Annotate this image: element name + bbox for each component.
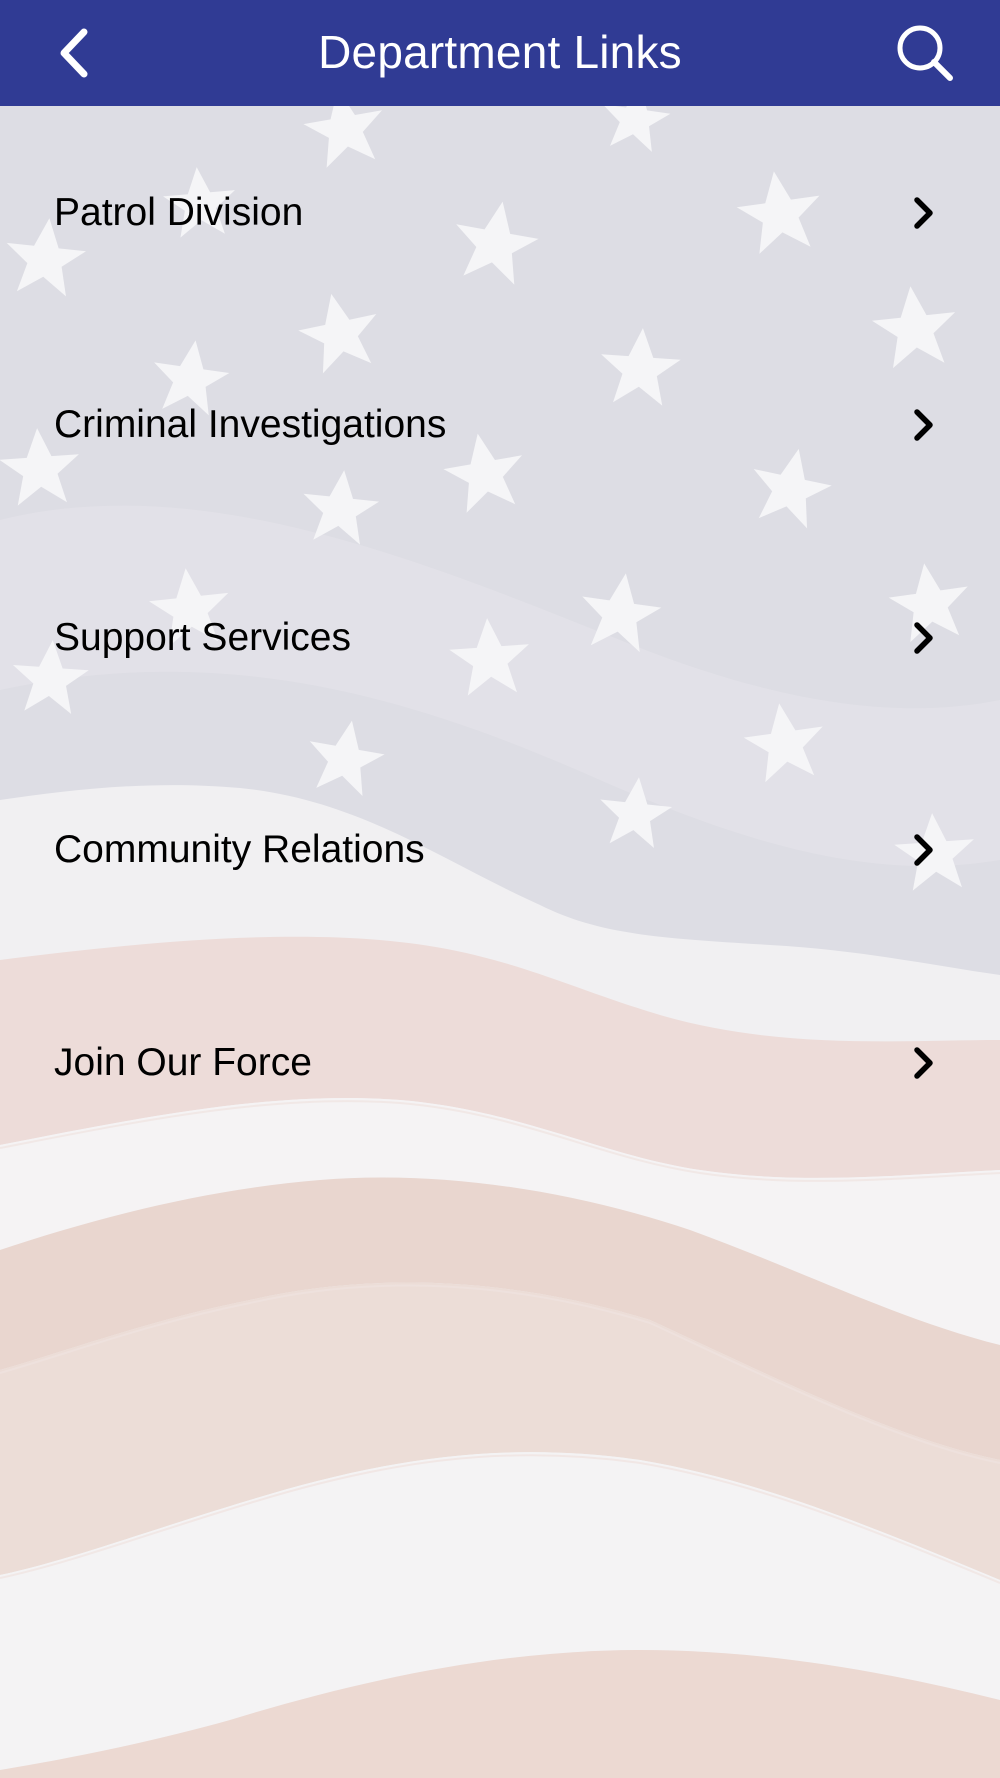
menu-item-label: Join Our Force <box>54 1041 312 1085</box>
page-title: Department Links <box>318 26 682 78</box>
search-button[interactable] <box>890 18 960 88</box>
menu-item-support-services[interactable]: Support Services <box>0 532 1000 745</box>
menu-item-label: Criminal Investigations <box>54 403 447 447</box>
menu-item-label: Patrol Division <box>54 190 304 234</box>
menu-item-community-relations[interactable]: Community Relations <box>0 744 1000 957</box>
menu-item-label: Community Relations <box>54 828 425 872</box>
department-links-list: Patrol Division Criminal Investigations … <box>0 106 1000 1169</box>
back-button[interactable] <box>40 18 110 88</box>
menu-item-criminal-investigations[interactable]: Criminal Investigations <box>0 319 1000 532</box>
menu-item-patrol-division[interactable]: Patrol Division <box>0 106 1000 319</box>
chevron-right-icon <box>908 618 938 658</box>
navigation-bar: Department Links <box>0 0 1000 106</box>
app-screen: Department Links Patrol Division Crimina… <box>0 0 1000 1778</box>
search-icon <box>897 25 953 81</box>
chevron-left-icon <box>60 28 88 78</box>
chevron-right-icon <box>908 1043 938 1083</box>
chevron-right-icon <box>908 830 938 870</box>
chevron-right-icon <box>908 405 938 445</box>
menu-item-label: Support Services <box>54 615 351 659</box>
chevron-right-icon <box>908 193 938 233</box>
menu-item-join-our-force[interactable]: Join Our Force <box>0 957 1000 1170</box>
